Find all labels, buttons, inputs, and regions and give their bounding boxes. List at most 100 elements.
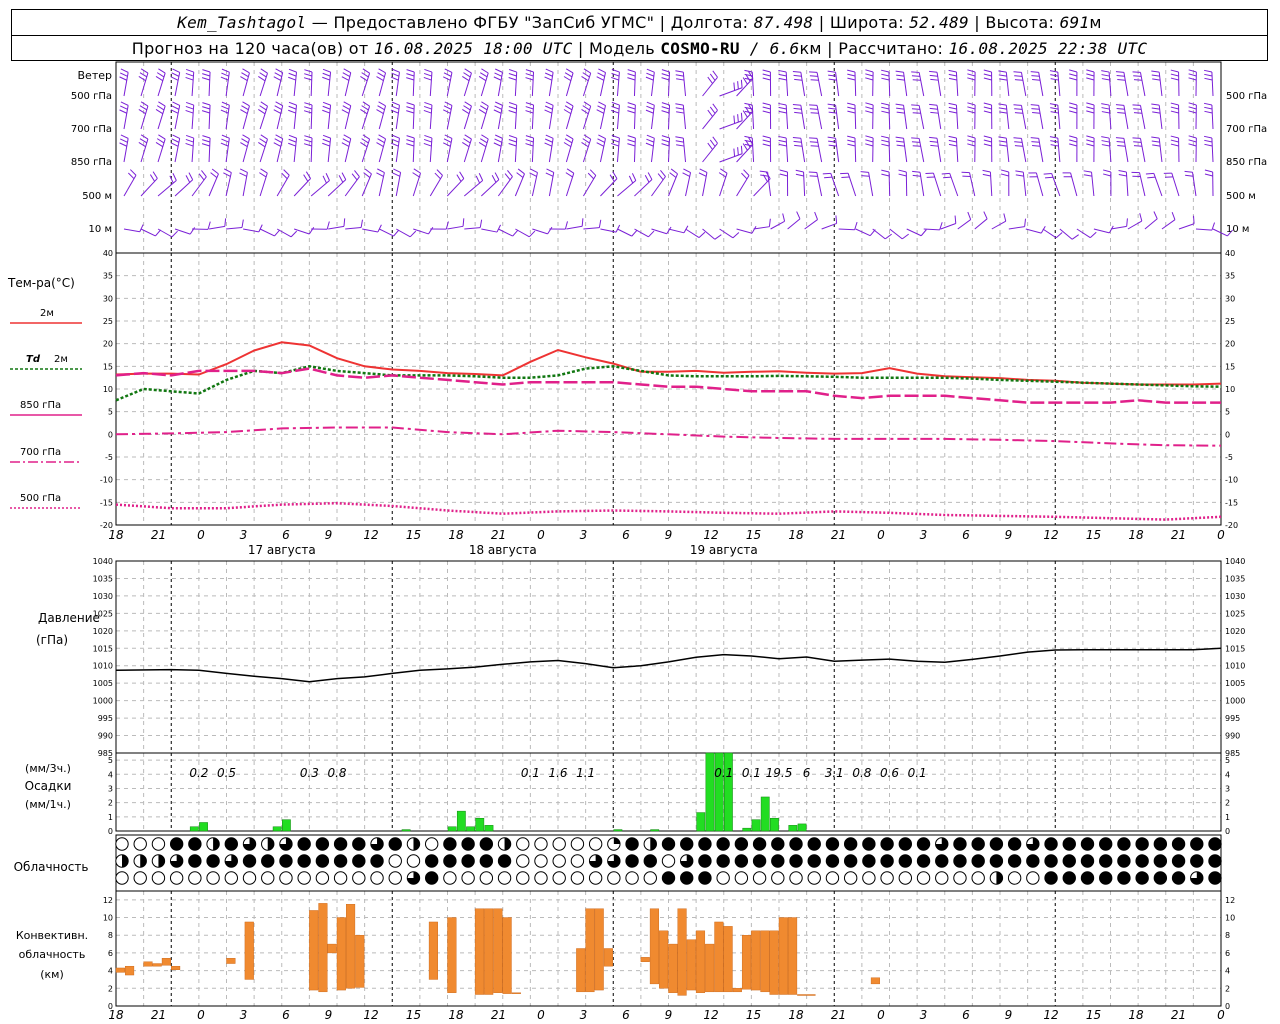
wind-barb-flag xyxy=(954,215,957,224)
wind-barb-flag xyxy=(1083,174,1093,177)
cloud-cover-icon xyxy=(406,854,421,868)
wind-barb-flag xyxy=(155,142,164,148)
wind-barb-flag xyxy=(138,76,146,82)
wind-barb-flag xyxy=(967,69,976,73)
wind-barb-flag xyxy=(223,168,232,174)
wind-barb-flag xyxy=(1170,143,1179,147)
wind-barb-flag xyxy=(998,140,1007,143)
wind-barb xyxy=(208,225,225,230)
wind-barb-flag xyxy=(1152,144,1161,147)
conv-cloud-bar xyxy=(336,917,346,991)
cloud-cover-icon xyxy=(388,837,402,851)
wind-barb-flag xyxy=(895,103,904,106)
pressure-title: Давление xyxy=(38,611,100,625)
cloud-cover-icon xyxy=(625,871,639,885)
cloud-cover-icon xyxy=(1208,837,1222,851)
wind-barb-flag xyxy=(675,74,684,77)
temp-tick-right: -15 xyxy=(1225,498,1238,507)
wind-barb-flag xyxy=(304,102,313,106)
wind-barb-flag xyxy=(1170,102,1179,106)
wind-barb-flag xyxy=(158,134,166,140)
wind-barb-flag xyxy=(1115,104,1124,106)
wind-barb xyxy=(787,218,801,230)
precip-tick-right: 2 xyxy=(1225,799,1230,808)
wind-barb-flag xyxy=(1204,169,1213,173)
wind-barb-flag xyxy=(211,168,219,175)
wind-barb-flag xyxy=(809,75,818,77)
wind-barb-flag xyxy=(865,143,874,147)
wind-barb-flag xyxy=(525,110,534,114)
wind-barb-flag xyxy=(258,224,263,233)
hour-label-top: 0 xyxy=(877,528,885,542)
wind-barb-flag xyxy=(525,102,534,106)
cloud-cover-icon xyxy=(661,854,676,868)
wind-barb-flag xyxy=(707,109,713,117)
wind-barb xyxy=(1008,226,1025,230)
wind-barb-flag xyxy=(221,105,229,110)
cloud-cover-icon xyxy=(1062,854,1076,868)
wind-barb-flag xyxy=(732,232,740,239)
precip-tick-right: 1 xyxy=(1225,813,1230,822)
wind-barb-flag xyxy=(260,101,268,107)
wind-barb-flag xyxy=(1116,141,1125,143)
cloud-cover-icon xyxy=(497,854,512,868)
hour-label-bottom: 9 xyxy=(665,1008,673,1022)
precip-bar xyxy=(466,826,475,832)
cloud-cover-icon xyxy=(716,871,730,885)
cloud-cover-icon xyxy=(261,854,275,868)
wind-barb-flag xyxy=(810,79,819,81)
wind-barb-flag xyxy=(171,72,180,77)
wind-barb-flag xyxy=(597,138,605,143)
wind-barb-flag xyxy=(733,82,736,91)
precip-total-label: 1.1 xyxy=(576,766,595,780)
wind-barb xyxy=(157,228,173,238)
hour-label-bottom: 3 xyxy=(240,1008,248,1022)
wind-barb-flag xyxy=(948,77,957,81)
wind-barb-flag xyxy=(675,136,684,139)
wind-barb-flag xyxy=(1188,110,1197,114)
wind-barb-flag xyxy=(495,101,503,106)
wind-barb-flag xyxy=(1101,144,1110,147)
pressure-tick-left: 1010 xyxy=(93,662,113,671)
wind-barb-flag xyxy=(462,109,470,115)
wind-barb-flag xyxy=(170,109,179,114)
wind-barb xyxy=(719,228,734,239)
conv-cloud-bar xyxy=(723,926,733,993)
cloud-cover-icon xyxy=(1062,871,1076,885)
wind-barb-flag xyxy=(737,147,739,156)
wind-barb-flag xyxy=(948,106,957,110)
wind-barb-flag xyxy=(139,105,148,111)
precip-bar xyxy=(797,823,807,832)
wind-barb-flag xyxy=(589,169,597,176)
cloud-cover-icon-fill xyxy=(996,871,1003,885)
hour-label-bottom: 12 xyxy=(1043,1008,1058,1022)
conv-cloud-bar xyxy=(346,904,356,989)
wind-barb-flag xyxy=(929,140,938,143)
wind-barb-flag xyxy=(494,172,500,180)
wind-barb-flag xyxy=(762,139,771,143)
wind-barb-flag xyxy=(288,76,296,81)
cloud-cover-icon xyxy=(752,837,767,851)
wind-barb-flag xyxy=(760,174,769,177)
conv-cloud-bar xyxy=(668,943,678,993)
wind-barb-flag xyxy=(898,173,907,177)
wind-barb-flag xyxy=(911,104,920,106)
wind-barb-flag xyxy=(198,173,205,181)
cloud-cover-icon xyxy=(479,854,494,868)
cloud-cover-icon xyxy=(333,871,348,885)
cloud-cover-icon xyxy=(224,871,239,885)
wind-barb-flag xyxy=(1116,75,1125,77)
wind-barb-flag xyxy=(185,72,194,77)
wind-barb-flag xyxy=(598,134,606,139)
cloud-cover-icon xyxy=(1080,854,1095,868)
cloud-cover-icon xyxy=(898,854,913,868)
wind-barb-flag xyxy=(881,77,890,81)
temp-tick-right: 15 xyxy=(1225,362,1235,371)
cloud-cover-icon-fill xyxy=(158,854,165,868)
wind-barb-flag xyxy=(1050,111,1059,114)
cloud-cover-icon xyxy=(716,837,730,851)
temp-tick-right: -20 xyxy=(1225,521,1238,530)
pressure-tick-right: 1030 xyxy=(1225,592,1245,601)
cloud-cover-icon xyxy=(953,854,967,868)
wind-barb-flag xyxy=(221,72,229,77)
